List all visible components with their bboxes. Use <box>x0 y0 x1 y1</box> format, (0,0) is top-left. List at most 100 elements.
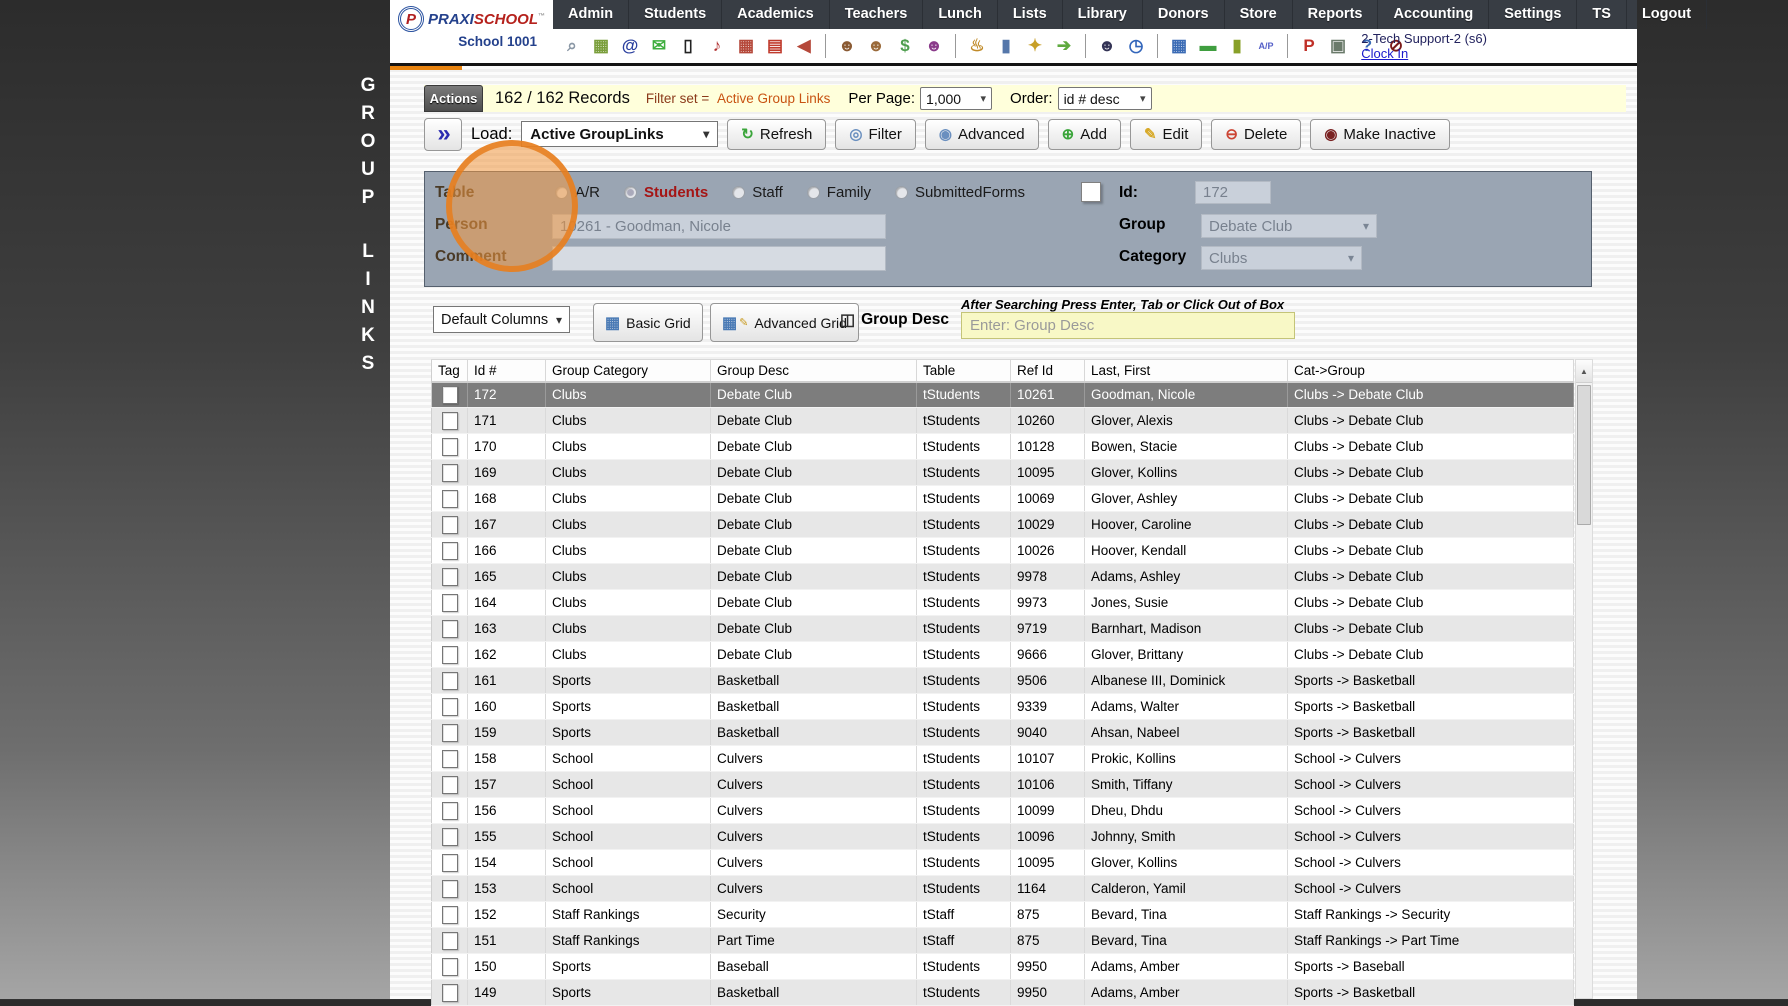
row-checkbox[interactable] <box>442 516 458 534</box>
table-row[interactable]: 158SchoolCulverstStudents10107Prokic, Ko… <box>432 746 1574 772</box>
table-row[interactable]: 169ClubsDebate ClubtStudents10095Glover,… <box>432 460 1574 486</box>
row-checkbox[interactable] <box>442 880 458 898</box>
row-checkbox[interactable] <box>442 958 458 976</box>
nav-item-store[interactable]: Store <box>1225 0 1293 29</box>
table-row[interactable]: 163ClubsDebate ClubtStudents9719Barnhart… <box>432 616 1574 642</box>
row-checkbox[interactable] <box>442 672 458 690</box>
table-row[interactable]: 167ClubsDebate ClubtStudents10029Hoover,… <box>432 512 1574 538</box>
per-page-select[interactable]: 1,000 ▾ <box>920 87 992 110</box>
table-row[interactable]: 164ClubsDebate ClubtStudents9973Jones, S… <box>432 590 1574 616</box>
column-header-ref-id[interactable]: Ref Id <box>1011 360 1085 382</box>
row-checkbox[interactable] <box>442 386 458 404</box>
columns-select[interactable]: Default Columns ▾ <box>433 306 570 333</box>
row-checkbox[interactable] <box>442 490 458 508</box>
column-header-cat-group[interactable]: Cat->Group <box>1288 360 1574 382</box>
nav-item-academics[interactable]: Academics <box>722 0 830 29</box>
table-row[interactable]: 151Staff RankingsPart TimetStaff875Bevar… <box>432 928 1574 954</box>
actions-button[interactable]: Actions <box>424 85 483 112</box>
table-row[interactable]: 160SportsBasketballtStudents9339Adams, W… <box>432 694 1574 720</box>
order-select[interactable]: id # desc ▾ <box>1058 87 1152 110</box>
table-row[interactable]: 166ClubsDebate ClubtStudents10026Hoover,… <box>432 538 1574 564</box>
forms-icon[interactable]: ➔ <box>1053 35 1075 57</box>
nav-item-ts[interactable]: TS <box>1577 0 1627 29</box>
family-icon[interactable]: ☻ <box>923 35 945 57</box>
make-inactive-button[interactable]: ◉Make Inactive <box>1310 119 1450 150</box>
nav-item-lists[interactable]: Lists <box>998 0 1063 29</box>
scroll-up-icon[interactable]: ▲ <box>1576 360 1592 383</box>
group-select[interactable]: Debate Club ▾ <box>1201 214 1377 238</box>
table-row[interactable]: 153SchoolCulverstStudents1164Calderon, Y… <box>432 876 1574 902</box>
calendar-icon[interactable]: ▦ <box>735 35 757 57</box>
table-row[interactable]: 149SportsBasketballtStudents9950Adams, A… <box>432 980 1574 1006</box>
person-field[interactable]: 10261 - Goodman, Nicole <box>552 214 886 239</box>
column-header-tag[interactable]: Tag <box>432 360 468 382</box>
row-checkbox[interactable] <box>442 802 458 820</box>
column-header-id-[interactable]: Id # <box>468 360 546 382</box>
search-icon[interactable]: ⌕ <box>561 35 583 57</box>
table-row[interactable]: 152Staff RankingsSecuritytStaff875Bevard… <box>432 902 1574 928</box>
comment-field[interactable] <box>552 246 886 271</box>
column-header-group-category[interactable]: Group Category <box>546 360 711 382</box>
staff-icon[interactable]: ☻ <box>1096 35 1118 57</box>
row-checkbox[interactable] <box>442 932 458 950</box>
nav-item-lunch[interactable]: Lunch <box>923 0 998 29</box>
table-row[interactable]: 155SchoolCulverstStudents10096Johnny, Sm… <box>432 824 1574 850</box>
nav-item-settings[interactable]: Settings <box>1489 0 1577 29</box>
time-clock-icon[interactable]: ◷ <box>1125 35 1147 57</box>
table-row[interactable]: 154SchoolCulverstStudents10095Glover, Ko… <box>432 850 1574 876</box>
radio-students[interactable]: Students <box>624 184 708 201</box>
table-row[interactable]: 165ClubsDebate ClubtStudents9978Adams, A… <box>432 564 1574 590</box>
row-checkbox[interactable] <box>442 698 458 716</box>
clock-in-link[interactable]: Clock In <box>1361 46 1487 61</box>
table-row[interactable]: 156SchoolCulverstStudents10099Dheu, Dhdu… <box>432 798 1574 824</box>
scrollbar-thumb[interactable] <box>1577 385 1591 525</box>
table-row[interactable]: 159SportsBasketballtStudents9040Ahsan, N… <box>432 720 1574 746</box>
row-checkbox[interactable] <box>442 542 458 560</box>
print-icon[interactable]: ▣ <box>1327 35 1349 57</box>
kiosk-icon[interactable]: ▮ <box>995 35 1017 57</box>
bell-icon[interactable]: ✦ <box>1024 35 1046 57</box>
radio-submittedforms[interactable]: SubmittedForms <box>895 184 1025 201</box>
id-checkbox[interactable] <box>1081 182 1101 202</box>
add-button[interactable]: ⊕Add <box>1048 119 1121 150</box>
basic-grid-button[interactable]: ▦ Basic Grid <box>593 303 703 342</box>
filter-button[interactable]: ◎Filter <box>835 119 915 150</box>
events-icon[interactable]: ▤ <box>764 35 786 57</box>
register-icon[interactable]: ▮ <box>1226 35 1248 57</box>
row-checkbox[interactable] <box>442 412 458 430</box>
megaphone-icon[interactable]: ◀ <box>793 35 815 57</box>
nav-item-accounting[interactable]: Accounting <box>1378 0 1489 29</box>
load-select[interactable]: Active GroupLinks ▾ <box>521 121 718 147</box>
table-row[interactable]: 170ClubsDebate ClubtStudents10128Bowen, … <box>432 434 1574 460</box>
radio-ar[interactable]: A/R <box>555 184 600 201</box>
advanced-button[interactable]: ◉Advanced <box>925 119 1039 150</box>
radio-family[interactable]: Family <box>807 184 871 201</box>
table-row[interactable]: 162ClubsDebate ClubtStudents9666Glover, … <box>432 642 1574 668</box>
column-header-group-desc[interactable]: Group Desc <box>711 360 917 382</box>
payment-card-icon[interactable]: ▬ <box>1197 35 1219 57</box>
row-checkbox[interactable] <box>442 568 458 586</box>
nav-item-students[interactable]: Students <box>629 0 722 29</box>
row-checkbox[interactable] <box>442 646 458 664</box>
table-row[interactable]: 171ClubsDebate ClubtStudents10260Glover,… <box>432 408 1574 434</box>
column-header-table[interactable]: Table <box>917 360 1011 382</box>
nav-item-donors[interactable]: Donors <box>1143 0 1225 29</box>
pdf-icon[interactable]: P <box>1298 35 1320 57</box>
expand-button[interactable]: » <box>424 118 462 151</box>
add-student-icon[interactable]: ☻ <box>836 35 858 57</box>
row-checkbox[interactable] <box>442 724 458 742</box>
id-field[interactable]: 172 <box>1195 181 1271 204</box>
grid-scrollbar[interactable]: ▲ <box>1575 359 1593 999</box>
radio-staff[interactable]: Staff <box>732 184 783 201</box>
mobile-icon[interactable]: ▯ <box>677 35 699 57</box>
refresh-button[interactable]: ↻Refresh <box>727 119 826 150</box>
row-checkbox[interactable] <box>442 464 458 482</box>
row-checkbox[interactable] <box>442 594 458 612</box>
nav-item-reports[interactable]: Reports <box>1293 0 1379 29</box>
table-row[interactable]: 168ClubsDebate ClubtStudents10069Glover,… <box>432 486 1574 512</box>
sms-icon[interactable]: ✉ <box>648 35 670 57</box>
column-header-last-first[interactable]: Last, First <box>1085 360 1288 382</box>
category-select[interactable]: Clubs ▾ <box>1201 246 1362 270</box>
announcement-icon[interactable]: ♪ <box>706 35 728 57</box>
nav-item-admin[interactable]: Admin <box>553 0 629 29</box>
